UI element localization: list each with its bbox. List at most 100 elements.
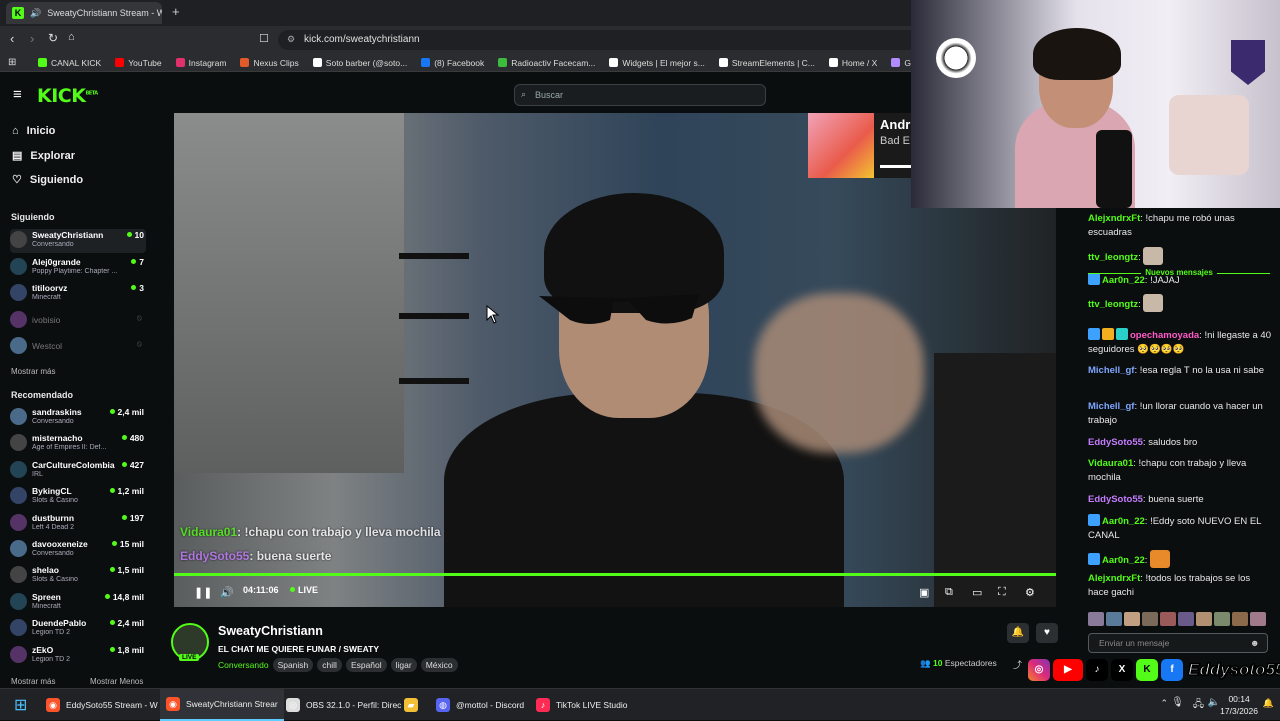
channel-item[interactable]: davooxeneize Conversando 15 mil [10, 538, 146, 562]
emote-icon[interactable] [1106, 612, 1122, 626]
streamer-name[interactable]: SweatyChristiann [218, 624, 323, 638]
show-less-recommended[interactable]: Mostrar Menos [90, 677, 143, 686]
chat-username[interactable]: Aar0n_22 [1102, 516, 1145, 527]
nav-explorar[interactable]: ▤ Explorar [12, 149, 75, 163]
forward-icon[interactable]: › [30, 31, 34, 46]
browser-tab[interactable]: K 🔊 SweatyChristiann Stream - W ✕ [6, 2, 162, 24]
emote-icon[interactable] [1088, 612, 1104, 626]
kick-logo[interactable]: KICKBETA [37, 85, 98, 107]
show-more-following[interactable]: Mostrar más [11, 367, 55, 376]
stream-tag[interactable]: Spanish [272, 658, 314, 672]
nav-inicio[interactable]: ⌂ Inicio [12, 125, 55, 137]
clip-icon[interactable]: ⧉ [945, 586, 953, 599]
miniplayer-icon[interactable]: ▣ [919, 586, 929, 599]
search-input[interactable]: Buscar [514, 84, 766, 106]
emote-icon[interactable] [1160, 612, 1176, 626]
bookmark-item[interactable]: Soto barber (@soto... [312, 58, 407, 68]
chat-input[interactable]: Enviar un mensaje [1088, 633, 1268, 653]
new-tab-icon[interactable]: + [172, 4, 180, 19]
emote-icon[interactable] [1196, 612, 1212, 626]
stream-category[interactable]: Conversando [218, 660, 269, 670]
channel-item[interactable]: Alej0grande Poppy Playtime: Chapter ... 7 [10, 256, 146, 280]
theater-icon[interactable]: ▭ [972, 586, 982, 599]
channel-item[interactable]: misternacho Age of Empires II: Def... 480 [10, 432, 146, 456]
bookmark-item[interactable]: StreamElements | C... [718, 58, 815, 68]
chat-username[interactable]: EddySoto55 [1088, 437, 1143, 448]
chat-username[interactable]: opechamoyada [1130, 330, 1199, 341]
taskbar-app[interactable]: ◍ @mottol - Discord [430, 689, 530, 721]
channel-name: ivobisio [32, 314, 61, 325]
chat-username[interactable]: ttv_leongtz [1088, 252, 1138, 263]
channel-item[interactable]: BykingCL Slots & Casino 1,2 mil [10, 485, 146, 509]
home-icon[interactable]: ⌂ [68, 31, 75, 43]
notification-bell-button[interactable]: 🔔 [1007, 623, 1029, 643]
emote-icon[interactable] [1214, 612, 1230, 626]
taskbar-app[interactable]: ◉ SweatyChristiann Strear [160, 689, 284, 721]
fullscreen-icon[interactable]: ⛶ [998, 586, 1006, 599]
chat-username[interactable]: ttv_leongtz [1088, 299, 1138, 310]
taskbar-app[interactable]: ▰ [398, 689, 424, 721]
bookmark-item[interactable]: Radioactiv Facecam... [498, 58, 595, 68]
system-clock[interactable]: 00:14 17/3/2026 [1220, 693, 1258, 717]
channel-item[interactable]: ivobisio ⦸ [10, 309, 146, 333]
taskbar-app[interactable]: ◉ EddySoto55 Stream - W [40, 689, 164, 721]
stream-tag[interactable]: chill [317, 658, 342, 672]
channel-item[interactable]: Westcol ⦸ [10, 335, 146, 359]
start-button[interactable]: ⊞ [8, 689, 33, 721]
follow-button[interactable]: ♥ [1036, 623, 1058, 643]
stream-tag[interactable]: ligar [390, 658, 417, 672]
channel-item[interactable]: DuendePablo Legion TD 2 2,4 mil [10, 617, 146, 641]
emote-icon[interactable] [1232, 612, 1248, 626]
mic-icon[interactable]: 🎙 [1171, 697, 1184, 708]
url-field[interactable]: kick.com/sweatychristiann [278, 30, 918, 50]
bookmark-item[interactable]: CANAL KICK [38, 58, 101, 68]
bookmark-item[interactable]: (8) Facebook [421, 58, 484, 68]
menu-icon[interactable]: ≡ [13, 86, 22, 103]
channel-item[interactable]: shelao Slots & Casino 1,5 mil [10, 564, 146, 588]
chat-username[interactable]: EddySoto55 [1088, 494, 1143, 505]
share-icon[interactable]: ⤴ [1013, 658, 1022, 671]
notification-icon[interactable]: 🔔 [1263, 698, 1274, 709]
channel-item[interactable]: Spreen Minecraft 14,8 mil [10, 591, 146, 615]
chat-username[interactable]: Vidaura01 [1088, 458, 1133, 469]
emote-icon[interactable] [1178, 612, 1194, 626]
chat-username[interactable]: Michell_gf [1088, 401, 1134, 412]
bookmark-icon[interactable]: ☐ [259, 32, 269, 45]
channel-item[interactable]: CarCultureColombia IRL 427 [10, 459, 146, 483]
tray-chevron-icon[interactable]: ⌃ [1160, 698, 1168, 709]
bookmark-item[interactable]: YouTube [115, 58, 162, 68]
volume-icon[interactable]: 🔊 [220, 586, 234, 599]
channel-item[interactable]: dustburnn Left 4 Dead 2 197 [10, 512, 146, 536]
emoji-icon[interactable]: ☻ [1250, 638, 1259, 648]
reload-icon[interactable]: ↻ [48, 31, 58, 45]
stream-tag[interactable]: México [420, 658, 458, 672]
bookmark-item[interactable]: Home / X [828, 58, 877, 68]
emote-icon[interactable] [1142, 612, 1158, 626]
sound-icon[interactable]: 🔈 [1208, 697, 1220, 708]
channel-item[interactable]: zEkO Legion TD 2 1,8 mil [10, 644, 146, 668]
site-info-icon[interactable]: ⚙ [287, 34, 295, 45]
taskbar-app[interactable]: ◎ OBS 32.1.0 - Perfil: Direc [280, 689, 407, 721]
bookmark-item[interactable]: Widgets | El mejor s... [609, 58, 705, 68]
taskbar-app[interactable]: ♪ TikTok LIVE Studio [530, 689, 634, 721]
chat-username[interactable]: Aar0n_22 [1102, 555, 1145, 566]
emote-icon[interactable] [1124, 612, 1140, 626]
chat-username[interactable]: AlejxndrxFt [1088, 213, 1140, 224]
bookmark-item[interactable]: Nexus Clips [240, 58, 299, 68]
emote-icon[interactable] [1250, 612, 1266, 626]
chat-username[interactable]: AlejxndrxFt [1088, 573, 1140, 584]
show-more-recommended[interactable]: Mostrar más [11, 677, 55, 686]
back-icon[interactable]: ‹ [10, 31, 14, 46]
apps-icon[interactable]: ⊞ [8, 57, 16, 68]
chat-username[interactable]: Michell_gf [1088, 365, 1134, 376]
progress-bar[interactable] [174, 573, 1056, 576]
channel-item[interactable]: sandraskins Conversando 2,4 mil [10, 406, 146, 430]
nav-siguiendo[interactable]: ♡ Siguiendo [12, 173, 83, 187]
stream-tag[interactable]: Español [345, 658, 387, 672]
bookmark-item[interactable]: Instagram [175, 58, 226, 68]
settings-icon[interactable]: ⚙ [1025, 586, 1035, 599]
channel-item[interactable]: SweatyChristiann Conversando 10 [10, 229, 146, 253]
network-icon[interactable]: 🖧 [1193, 697, 1204, 714]
pause-icon[interactable]: ❚❚ [194, 586, 212, 599]
channel-item[interactable]: titiloorvz Minecraft 3 [10, 282, 146, 306]
